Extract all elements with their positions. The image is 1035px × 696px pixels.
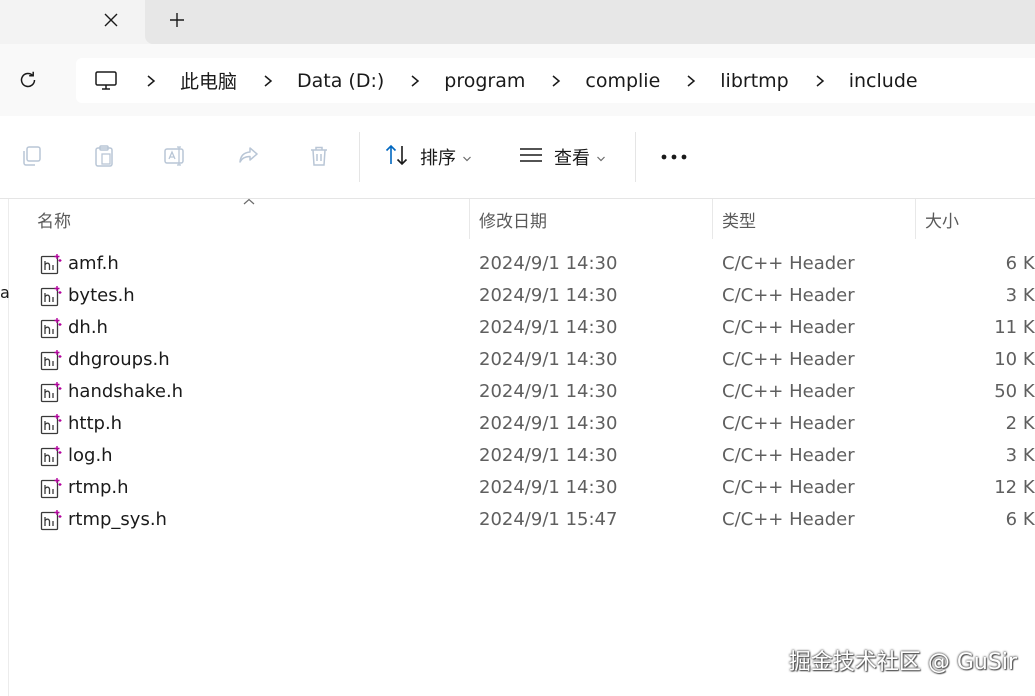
file-type: C/C++ Header xyxy=(722,413,855,434)
file-row[interactable]: http.h 2024/9/1 14:30 C/C++ Header 2 KB xyxy=(0,408,1035,440)
breadcrumb-item[interactable]: 此电脑 xyxy=(180,67,237,94)
file-row[interactable]: rtmp.h 2024/9/1 14:30 C/C++ Header 12 KB xyxy=(0,472,1035,504)
breadcrumb-item[interactable]: librtmp xyxy=(720,70,788,92)
tab-strip-area xyxy=(145,0,1035,44)
breadcrumb: 此电脑 Data (D:) program complie librtmp in… xyxy=(92,58,918,103)
chevron-right-icon[interactable] xyxy=(811,74,829,88)
breadcrumb-item-current[interactable]: include xyxy=(849,70,918,92)
c-header-file-icon xyxy=(40,285,62,307)
file-type: C/C++ Header xyxy=(722,477,855,498)
breadcrumb-item[interactable]: complie xyxy=(585,70,660,92)
file-date: 2024/9/1 14:30 xyxy=(479,477,618,498)
file-type: C/C++ Header xyxy=(722,381,855,402)
paste-icon[interactable] xyxy=(90,142,118,170)
refresh-icon[interactable] xyxy=(12,64,44,96)
chevron-down-icon xyxy=(462,147,472,168)
file-size: 12 KB xyxy=(994,477,1035,498)
view-icon xyxy=(518,145,544,170)
breadcrumb-item[interactable]: program xyxy=(444,70,525,92)
c-header-file-icon xyxy=(40,477,62,499)
toolbar-divider xyxy=(635,132,636,182)
chevron-right-icon[interactable] xyxy=(547,74,565,88)
file-date: 2024/9/1 14:30 xyxy=(479,253,618,274)
c-header-file-icon xyxy=(40,509,62,531)
file-name: dhgroups.h xyxy=(68,349,170,370)
file-date: 2024/9/1 14:30 xyxy=(479,285,618,306)
computer-icon[interactable] xyxy=(92,67,120,95)
column-header-type[interactable]: 类型 xyxy=(722,199,756,239)
file-row[interactable]: bytes.h 2024/9/1 14:30 C/C++ Header 3 KB xyxy=(0,280,1035,312)
toolbar-divider xyxy=(359,132,360,182)
file-date: 2024/9/1 14:30 xyxy=(479,413,618,434)
file-name: http.h xyxy=(68,413,123,434)
file-row[interactable]: log.h 2024/9/1 14:30 C/C++ Header 3 KB xyxy=(0,440,1035,472)
chevron-right-icon[interactable] xyxy=(682,74,700,88)
view-button[interactable]: 查看 xyxy=(518,140,606,174)
file-type: C/C++ Header xyxy=(722,317,855,338)
file-row[interactable]: dh.h 2024/9/1 14:30 C/C++ Header 11 KB xyxy=(0,312,1035,344)
file-size: 3 KB xyxy=(1005,285,1035,306)
chevron-down-icon xyxy=(596,147,606,168)
c-header-file-icon xyxy=(40,445,62,467)
c-header-file-icon xyxy=(40,349,62,371)
plus-icon[interactable] xyxy=(161,4,193,36)
chevron-right-icon[interactable] xyxy=(142,74,160,88)
column-header: 名称 修改日期 类型 大小 xyxy=(0,199,1035,239)
file-date: 2024/9/1 14:30 xyxy=(479,317,618,338)
file-row[interactable]: rtmp_sys.h 2024/9/1 15:47 C/C++ Header 6 KB xyxy=(0,504,1035,536)
column-header-date[interactable]: 修改日期 xyxy=(479,199,547,239)
file-size: 6 KB xyxy=(1005,509,1035,530)
chevron-right-icon[interactable] xyxy=(259,74,277,88)
sort-label: 排序 xyxy=(420,148,456,169)
file-list: amf.h 2024/9/1 14:30 C/C++ Header 6 KB bytes… xyxy=(0,248,1035,536)
close-icon[interactable] xyxy=(95,4,127,36)
file-type: C/C++ Header xyxy=(722,445,855,466)
file-name: dh.h xyxy=(68,317,108,338)
file-size: 10 KB xyxy=(994,349,1035,370)
more-icon[interactable] xyxy=(658,143,690,171)
file-name: rtmp.h xyxy=(68,477,129,498)
file-date: 2024/9/1 15:47 xyxy=(479,509,618,530)
column-divider[interactable] xyxy=(915,199,916,239)
column-divider[interactable] xyxy=(469,199,470,239)
column-divider[interactable] xyxy=(712,199,713,239)
column-header-name[interactable]: 名称 xyxy=(37,199,71,239)
file-name: amf.h xyxy=(68,253,119,274)
file-row[interactable]: handshake.h 2024/9/1 14:30 C/C++ Header 50 … xyxy=(0,376,1035,408)
file-size: 6 KB xyxy=(1005,253,1035,274)
file-name: handshake.h xyxy=(68,381,184,402)
sort-button[interactable]: 排序 xyxy=(384,140,472,174)
file-type: C/C++ Header xyxy=(722,349,855,370)
file-name: rtmp_sys.h xyxy=(68,509,167,530)
file-size: 2 KB xyxy=(1005,413,1035,434)
file-type: C/C++ Header xyxy=(722,509,855,530)
file-type: C/C++ Header xyxy=(722,285,855,306)
file-name: bytes.h xyxy=(68,285,135,306)
copy-icon[interactable] xyxy=(18,142,46,170)
sort-ascending-icon xyxy=(243,198,255,205)
file-date: 2024/9/1 14:30 xyxy=(479,381,618,402)
file-row[interactable]: amf.h 2024/9/1 14:30 C/C++ Header 6 KB xyxy=(0,248,1035,280)
chevron-right-icon[interactable] xyxy=(406,74,424,88)
file-size: 50 KB xyxy=(994,381,1035,402)
sort-icon xyxy=(384,143,410,172)
column-header-size[interactable]: 大小 xyxy=(925,199,959,239)
c-header-file-icon xyxy=(40,381,62,403)
file-size: 11 KB xyxy=(994,317,1035,338)
file-name: log.h xyxy=(68,445,113,466)
c-header-file-icon xyxy=(40,413,62,435)
file-date: 2024/9/1 14:30 xyxy=(479,349,618,370)
share-icon[interactable] xyxy=(234,142,262,170)
file-size: 3 KB xyxy=(1005,445,1035,466)
rename-icon[interactable] xyxy=(162,142,190,170)
breadcrumb-item[interactable]: Data (D:) xyxy=(297,70,384,92)
watermark: 掘金技术社区 @ GuSir xyxy=(788,650,1017,675)
c-header-file-icon xyxy=(40,317,62,339)
file-type: C/C++ Header xyxy=(722,253,855,274)
delete-icon[interactable] xyxy=(305,142,333,170)
file-row[interactable]: dhgroups.h 2024/9/1 14:30 C/C++ Header 10 K… xyxy=(0,344,1035,376)
c-header-file-icon xyxy=(40,253,62,275)
view-label: 查看 xyxy=(554,148,590,169)
file-date: 2024/9/1 14:30 xyxy=(479,445,618,466)
